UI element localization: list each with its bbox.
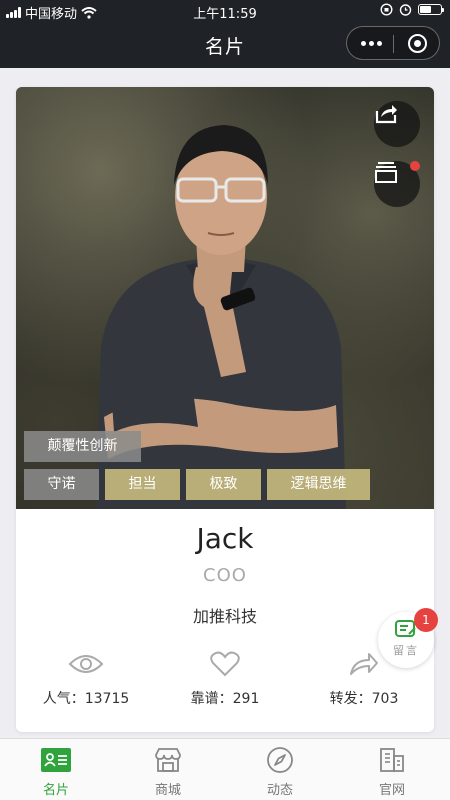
compass-icon bbox=[267, 747, 293, 773]
tab-bar: 名片 商城 动态 官网 bbox=[0, 738, 450, 800]
heart-icon bbox=[210, 651, 240, 677]
tab-website[interactable]: 官网 bbox=[336, 745, 448, 798]
tab-label: 名片 bbox=[42, 783, 69, 798]
forward-icon bbox=[350, 653, 378, 675]
business-card: 颠覆性创新 守诺 担当 极致 逻辑思维 Jack COO 加推科技 人气：137… bbox=[16, 87, 434, 732]
status-right bbox=[380, 3, 444, 16]
card-holder-button[interactable] bbox=[374, 161, 420, 207]
more-menu-button[interactable] bbox=[361, 41, 382, 46]
company-name: 加推科技 bbox=[192, 607, 257, 626]
tag-item: 颠覆性创新 bbox=[24, 431, 141, 462]
stat-label: 人气：13715 bbox=[42, 691, 130, 707]
tab-label: 官网 bbox=[378, 783, 405, 798]
tab-card[interactable]: 名片 bbox=[0, 745, 112, 798]
capsule-divider bbox=[393, 35, 394, 53]
tab-store[interactable]: 商城 bbox=[112, 745, 224, 798]
stat-label: 靠谱：291 bbox=[190, 691, 260, 707]
alarm-icon bbox=[399, 4, 412, 16]
nav-bar: 名片 bbox=[0, 22, 450, 68]
tag-item: 逻辑思维 bbox=[267, 469, 370, 500]
store-icon bbox=[155, 748, 181, 772]
message-label: 留言 bbox=[393, 644, 419, 657]
notification-dot bbox=[410, 161, 420, 171]
tab-label: 商城 bbox=[154, 783, 181, 798]
person-title: COO bbox=[203, 565, 247, 586]
tag-item: 极致 bbox=[186, 469, 261, 500]
eye-icon bbox=[68, 655, 104, 673]
tab-moments[interactable]: 动态 bbox=[224, 745, 336, 798]
building-icon bbox=[380, 748, 404, 772]
person-name: Jack bbox=[196, 522, 254, 555]
tab-label: 动态 bbox=[266, 783, 293, 798]
battery-icon bbox=[418, 4, 444, 15]
share-button[interactable] bbox=[374, 101, 420, 147]
stat-label: 转发：703 bbox=[329, 691, 399, 707]
card-stack-icon bbox=[375, 162, 397, 183]
message-count-badge: 1 bbox=[414, 608, 438, 632]
status-bar: 中国移动 上午11:59 bbox=[0, 0, 450, 22]
miniprogram-capsule bbox=[346, 26, 440, 60]
share-icon bbox=[375, 105, 397, 124]
close-miniprogram-button[interactable] bbox=[408, 34, 427, 53]
orientation-lock-icon bbox=[380, 3, 393, 16]
stat-popularity[interactable]: 人气：13715 bbox=[16, 650, 156, 708]
tag-item: 守诺 bbox=[24, 469, 99, 500]
id-card-icon bbox=[41, 748, 71, 772]
stat-reliable[interactable]: 靠谱：291 bbox=[155, 650, 295, 708]
tag-item: 担当 bbox=[105, 469, 180, 500]
profile-photo: 颠覆性创新 守诺 担当 极致 逻辑思维 bbox=[16, 87, 434, 509]
